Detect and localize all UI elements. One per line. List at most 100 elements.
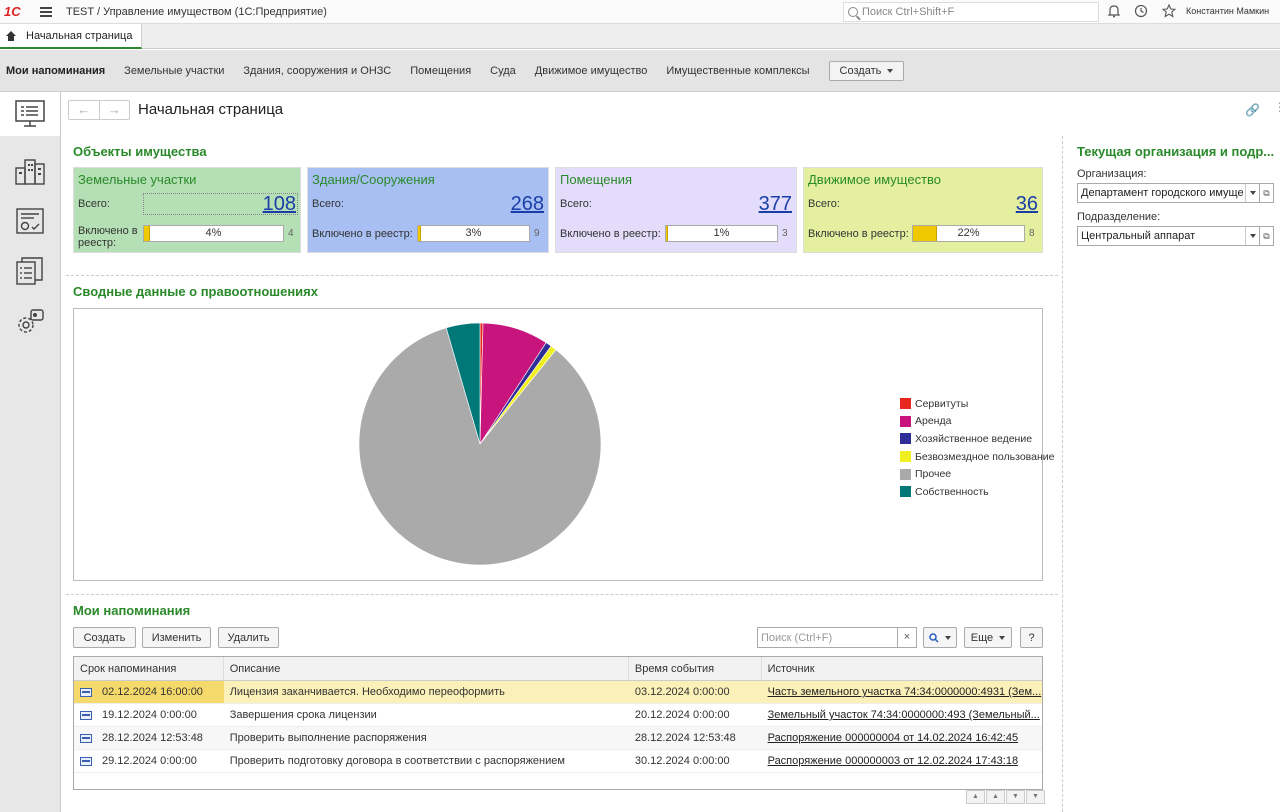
app-title: TEST / Управление имуществом (1С:Предпри… (66, 5, 327, 18)
section-vessels[interactable]: Суда (490, 65, 516, 77)
tab-home[interactable]: Начальная страница (0, 24, 142, 49)
delete-reminder-button[interactable]: Удалить (218, 627, 279, 648)
legend-swatch (900, 486, 911, 498)
more-button[interactable]: Еще (964, 627, 1012, 648)
cell-source-link[interactable]: Земельный участок 74:34:0000000:493 (Зем… (762, 704, 1042, 726)
registry-label: Включено в реестр: (78, 225, 138, 249)
global-search-placeholder: Поиск Ctrl+Shift+F (862, 6, 955, 18)
bell-icon[interactable] (1106, 4, 1122, 20)
main-menu-icon[interactable] (40, 6, 52, 17)
sidebar-buildings[interactable] (8, 149, 52, 193)
create-dropdown-button[interactable]: Создать (828, 60, 905, 81)
open-org-icon[interactable]: ⧉ (1259, 183, 1274, 203)
favorites-star-icon[interactable] (1161, 3, 1177, 20)
registry-percent: 3% (465, 227, 482, 239)
search-icon (848, 7, 858, 17)
legend-item: Безвозмездное пользование (900, 448, 1054, 466)
cell-due: 19.12.2024 0:00:00 (102, 709, 197, 721)
legend-swatch (900, 415, 911, 427)
open-dept-icon[interactable]: ⧉ (1259, 226, 1274, 246)
link-icon[interactable]: 🔗 (1245, 103, 1260, 117)
registry-count: 3 (782, 228, 788, 239)
section-my-reminders[interactable]: Мои напоминания (6, 65, 105, 77)
scroll-top-icon[interactable]: ▲ (966, 790, 985, 804)
search-icon (929, 632, 939, 643)
column-due[interactable]: Срок напоминания (74, 657, 224, 680)
dept-select[interactable]: Центральный аппарат (1077, 226, 1260, 246)
search-options-button[interactable] (923, 627, 957, 648)
card-land-plots: Земельные участки Всего: 108 Включено в … (73, 167, 301, 253)
legend-item: Прочее (900, 465, 1054, 483)
cell-source-link[interactable]: Распоряжение 000000003 от 12.02.2024 17:… (762, 750, 1042, 772)
column-source[interactable]: Источник (762, 657, 1042, 680)
help-button[interactable]: ? (1020, 627, 1043, 648)
org-panel: Текущая организация и подр... Организаци… (1074, 136, 1280, 246)
sidebar-registers[interactable] (8, 249, 52, 293)
relations-heading: Сводные данные о правоотношениях (73, 284, 318, 299)
scroll-bottom-icon[interactable]: ▼ (1026, 790, 1045, 804)
cell-source-link[interactable]: Часть земельного участка 74:34:0000000:4… (762, 681, 1042, 703)
table-row[interactable]: 29.12.2024 0:00:00 Проверить подготовку … (74, 750, 1042, 773)
cell-due: 28.12.2024 12:53:48 (102, 732, 203, 744)
org-panel-heading: Текущая организация и подр... (1077, 144, 1275, 159)
sidebar-documents[interactable] (8, 199, 52, 243)
card-movable-property: Движимое имущество Всего: 36 Включено в … (803, 167, 1043, 253)
chevron-down-icon[interactable] (1245, 227, 1259, 245)
section-land-plots[interactable]: Земельные участки (124, 65, 224, 77)
legend-swatch (900, 451, 911, 463)
section-movable-property[interactable]: Движимое имущество (535, 65, 648, 77)
total-count-link[interactable]: 36 (1016, 193, 1038, 216)
create-reminder-button[interactable]: Создать (73, 627, 136, 648)
registry-progress-bar: 4% (143, 225, 284, 242)
legend-item: Собственность (900, 483, 1054, 501)
chart-legend: Сервитуты Аренда Хозяйственное ведение Безв… (900, 395, 1054, 501)
reminders-search-input[interactable]: Поиск (Ctrl+F) (757, 627, 917, 648)
clear-search-icon[interactable]: × (897, 627, 917, 648)
registry-label: Включено в реестр: (312, 228, 413, 240)
sidebar-settings[interactable] (8, 300, 52, 344)
dept-label: Подразделение: (1077, 211, 1161, 223)
history-icon[interactable] (1133, 4, 1149, 20)
total-count-link[interactable]: 108 (263, 193, 296, 216)
panel-divider (1062, 136, 1063, 812)
chevron-down-icon[interactable] (1245, 184, 1259, 202)
legend-label: Собственность (915, 485, 989, 498)
cell-source-link[interactable]: Распоряжение 000000004 от 14.02.2024 16:… (762, 727, 1042, 749)
section-property-complexes[interactable]: Имущественные комплексы (666, 65, 809, 77)
section-buildings[interactable]: Здания, сооружения и ОНЗС (243, 65, 391, 77)
table-row[interactable]: 28.12.2024 12:53:48 Проверить выполнение… (74, 727, 1042, 750)
total-count-link[interactable]: 377 (759, 193, 792, 216)
scroll-down-icon[interactable]: ▼ (1006, 790, 1025, 804)
user-name[interactable]: Константин Мамкин (1186, 6, 1269, 16)
dept-value: Центральный аппарат (1081, 230, 1196, 242)
table-row[interactable]: 19.12.2024 0:00:00 Завершения срока лице… (74, 704, 1042, 727)
cell-event-time: 30.12.2024 0:00:00 (634, 755, 730, 767)
table-row[interactable]: 02.12.2024 16:00:00 Лицензия заканчивает… (74, 681, 1042, 704)
cell-description: Лицензия заканчивается. Необходимо перео… (229, 686, 505, 698)
column-event-time[interactable]: Время события (629, 657, 762, 680)
card-title: Движимое имущество (808, 172, 942, 187)
registry-progress-bar: 3% (417, 225, 530, 242)
sidebar-home[interactable] (0, 92, 60, 136)
buildings-icon (15, 159, 45, 185)
global-search-input[interactable]: Поиск Ctrl+Shift+F (843, 2, 1099, 22)
page-title: Начальная страница (138, 101, 284, 118)
chevron-down-icon (999, 635, 1006, 640)
total-label: Всего: (312, 198, 344, 210)
org-value: Департамент городского имуще (1081, 187, 1244, 199)
legend-item: Аренда (900, 413, 1054, 431)
total-count-link[interactable]: 268 (511, 193, 544, 216)
edit-reminder-button[interactable]: Изменить (142, 627, 211, 648)
back-arrow-icon[interactable]: ← (69, 101, 99, 119)
forward-arrow-icon[interactable]: → (98, 101, 130, 119)
open-windows-bar: Начальная страница (0, 24, 1280, 49)
create-dropdown-label: Создать (839, 64, 882, 77)
scroll-up-icon[interactable]: ▲ (986, 790, 1005, 804)
section-premises[interactable]: Помещения (410, 65, 471, 77)
org-select[interactable]: Департамент городского имуще (1077, 183, 1260, 203)
column-description[interactable]: Описание (224, 657, 629, 680)
cell-description: Проверить выполнение распоряжения (229, 732, 427, 744)
total-label: Всего: (560, 198, 592, 210)
more-actions-icon[interactable]: ⋮ (1274, 100, 1280, 114)
reminders-table: Срок напоминания Описание Время события … (73, 656, 1043, 790)
